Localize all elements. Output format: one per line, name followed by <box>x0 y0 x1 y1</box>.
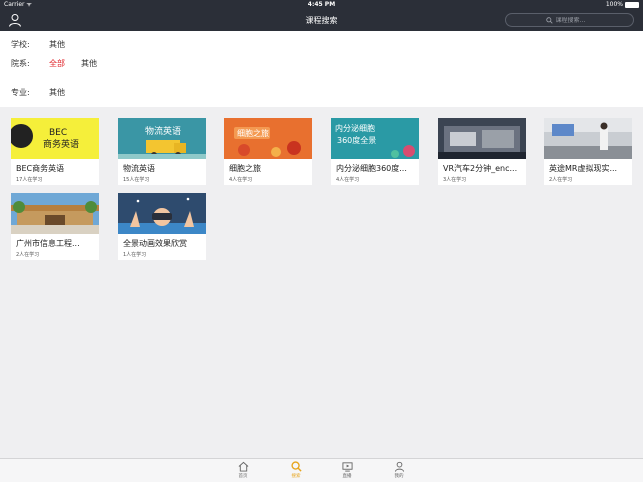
status-bar: Carrier ᯤ 4:45 PM 100% <box>0 0 643 10</box>
nav-bar: 课程搜索 <box>0 10 643 31</box>
department-option-all[interactable]: 全部 <box>49 58 65 69</box>
school-filter-label: 学校: <box>11 40 30 49</box>
course-thumbnail <box>544 118 632 159</box>
tab-profile-label: 我的 <box>394 474 404 479</box>
battery-icon <box>625 2 639 8</box>
tab-home-label: 首页 <box>238 474 248 479</box>
svg-text:商务英语: 商务英语 <box>43 138 79 150</box>
course-card[interactable]: 物流英语 物流英语 15人在学习 <box>118 118 206 185</box>
course-card[interactable]: 内分泌细胞 360度全景 内分泌细胞360度... 4人在学习 <box>331 118 419 185</box>
filter-panel: 学校: 其他 院系: 全部 其他 专业: 其他 <box>0 31 643 107</box>
course-thumbnail <box>438 118 526 159</box>
course-title: 细胞之旅 <box>229 164 261 173</box>
course-thumbnail: 物流英语 <box>118 118 206 159</box>
school-filter-row: 学校: 其他 <box>11 39 81 50</box>
svg-text:BEC: BEC <box>49 128 67 138</box>
course-learners: 4人在学习 <box>336 177 360 183</box>
course-learners: 4人在学习 <box>229 177 253 183</box>
department-filter-row: 院系: 全部 其他 <box>11 58 113 69</box>
course-thumbnail: 内分泌细胞 360度全景 <box>331 118 419 159</box>
course-title: 内分泌细胞360度... <box>336 164 407 173</box>
course-card[interactable]: 英途MR虚拟现实... 2人在学习 <box>544 118 632 185</box>
course-title: VR汽车2分钟_enc... <box>443 164 518 173</box>
svg-text:360度全景: 360度全景 <box>337 135 376 145</box>
course-thumbnail: BEC 商务英语 <box>11 118 99 159</box>
major-filter-row: 专业: 其他 <box>11 87 81 98</box>
course-title: BEC商务英语 <box>16 164 65 173</box>
course-card[interactable]: 广州市信息工程... 2人在学习 <box>11 193 99 260</box>
department-filter-label: 院系: <box>11 59 30 68</box>
search-icon <box>545 16 553 24</box>
search-icon <box>290 461 302 472</box>
live-icon <box>341 462 353 472</box>
home-icon <box>238 461 248 472</box>
svg-text:内分泌细胞: 内分泌细胞 <box>335 123 375 133</box>
course-title: 全景动画效果欣赏 <box>123 239 187 248</box>
tab-search-label: 搜索 <box>291 474 301 479</box>
course-card[interactable]: 细胞之旅 细胞之旅 4人在学习 <box>224 118 312 185</box>
tab-home[interactable]: 首页 <box>231 461 255 479</box>
svg-text:物流英语: 物流英语 <box>145 125 181 137</box>
course-thumbnail <box>11 193 99 234</box>
course-card[interactable]: 全景动画效果欣赏 1人在学习 <box>118 193 206 260</box>
tab-live-label: 直播 <box>342 474 352 479</box>
battery-percent: 100% <box>605 1 623 8</box>
major-option-other[interactable]: 其他 <box>49 87 65 98</box>
tab-search[interactable]: 搜索 <box>284 461 308 479</box>
course-learners: 15人在学习 <box>123 177 150 183</box>
course-title: 英途MR虚拟现实... <box>549 164 618 173</box>
course-learners: 2人在学习 <box>549 177 573 183</box>
search-input[interactable] <box>555 16 594 24</box>
course-thumbnail <box>118 193 206 234</box>
course-learners: 2人在学习 <box>16 252 40 258</box>
course-learners: 1人在学习 <box>123 252 147 258</box>
svg-text:细胞之旅: 细胞之旅 <box>237 128 269 138</box>
major-filter-label: 专业: <box>11 88 30 97</box>
course-title: 广州市信息工程... <box>16 239 80 248</box>
school-option-other[interactable]: 其他 <box>49 39 65 50</box>
search-box[interactable] <box>505 13 634 27</box>
course-learners: 17人在学习 <box>16 177 43 183</box>
profile-icon <box>394 461 404 472</box>
course-thumbnail: 细胞之旅 <box>224 118 312 159</box>
course-learners: 3人在学习 <box>443 177 467 183</box>
course-title: 物流英语 <box>123 164 155 173</box>
tab-live[interactable]: 直播 <box>335 461 359 479</box>
tab-bar: 首页 搜索 直播 我的 <box>0 458 643 482</box>
status-time: 4:45 PM <box>307 1 336 8</box>
department-option-other[interactable]: 其他 <box>81 58 97 69</box>
battery-indicator: 100% <box>606 0 639 10</box>
course-card[interactable]: BEC 商务英语 BEC商务英语 17人在学习 <box>11 118 99 185</box>
tab-profile[interactable]: 我的 <box>387 461 411 479</box>
course-card[interactable]: VR汽车2分钟_enc... 3人在学习 <box>438 118 526 185</box>
